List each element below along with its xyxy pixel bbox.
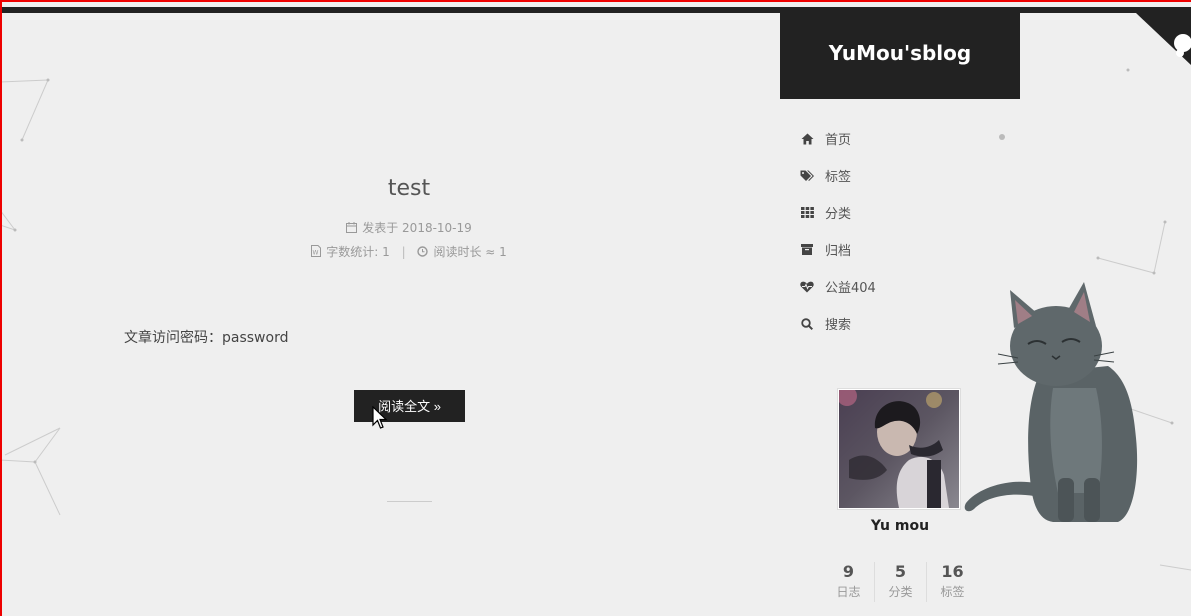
state-posts-count: 9 [842,562,855,581]
active-indicator-dot [999,134,1005,140]
post-meta-date: 发表于 2018-10-19 [0,219,818,236]
read-more-button[interactable]: 阅读全文 » [354,390,465,422]
post-excerpt: 文章访问密码：password [124,330,289,346]
site-brand: YuMou'sblog [780,13,1020,99]
readtime-value: 1 [499,245,507,259]
menu-label-archives: 归档 [825,244,852,259]
site-title[interactable]: YuMou'sblog [780,41,1020,65]
heartbeat-icon [800,280,814,294]
readtime-label: 阅读时长 ≈ [433,245,496,259]
svg-text:W: W [313,250,319,257]
post-end-divider [387,501,432,502]
grid-icon [800,206,814,220]
state-posts[interactable]: 9 日志 [823,562,874,602]
clock-icon [417,246,429,260]
wordcount-label: 字数统计: [326,245,379,259]
menu-label-search: 搜索 [825,318,852,333]
avatar-image [837,386,959,508]
posted-label: 发表于 [362,221,399,235]
state-categories-count: 5 [894,562,907,581]
state-posts-label: 日志 [836,585,861,599]
home-icon [800,132,814,146]
search-icon [800,317,814,331]
post-title[interactable]: test [0,176,818,201]
state-tags-count: 16 [941,562,964,581]
menu-label-commonweal: 公益404 [825,281,876,296]
archive-icon [800,243,814,257]
post-meta-stats: W 字数统计: 1 | 阅读时长 ≈ 1 [0,243,818,260]
mouse-cursor-icon [372,406,388,429]
state-tags[interactable]: 16 标签 [926,562,978,602]
menu-label-home: 首页 [825,133,852,148]
post-block: test 发表于 2018-10-19 W 字数统计: 1 | 阅读时长 ≈ 1… [0,0,780,616]
menu-item-tags[interactable]: 标签 [800,157,1020,194]
state-categories-label: 分类 [888,585,913,599]
menu-item-home[interactable]: 首页 [800,120,1020,157]
author-avatar[interactable] [837,386,961,510]
state-categories[interactable]: 5 分类 [874,562,926,602]
tags-icon [800,169,814,183]
live2d-cat-widget[interactable] [958,278,1148,526]
wordcount-value: 1 [382,245,390,259]
site-state: 9 日志 5 分类 16 标签 [823,562,978,602]
github-corner-icon[interactable] [1136,13,1191,65]
calendar-icon [346,222,358,236]
posted-date: 2018-10-19 [402,221,472,235]
meta-separator: | [401,245,406,259]
state-tags-label: 标签 [940,585,965,599]
menu-label-categories: 分类 [825,207,852,222]
menu-label-tags: 标签 [825,170,852,185]
menu-item-archives[interactable]: 归档 [800,231,1020,268]
menu-item-categories[interactable]: 分类 [800,194,1020,231]
word-file-icon: W [311,245,322,260]
